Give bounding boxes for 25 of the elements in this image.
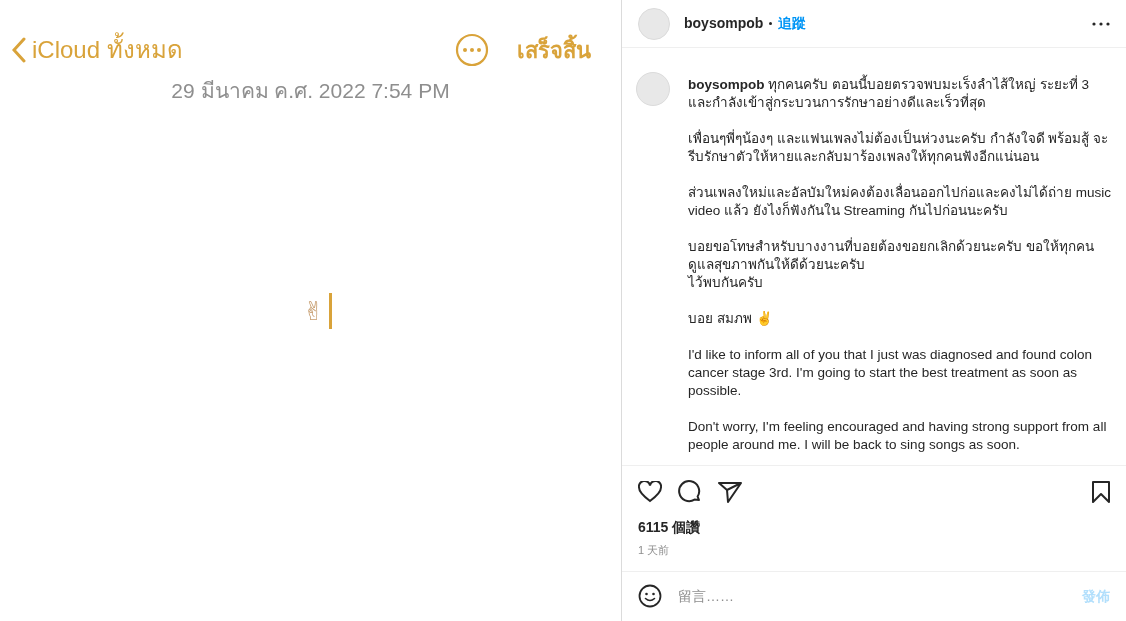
caption-paragraph: Don't worry, I'm feeling encouraged and having strong support from all people around me. I will be back to sing songs as soon. — [688, 418, 1108, 454]
post-time: 1 天前 — [637, 543, 671, 558]
caption-paragraph: เพื่อนๆพี่ๆน้องๆ และแฟนเพลงไม่ต้องเป็นห่วงนะครับ กำลังใจดี พร้อมสู้ จะรีบรักษาตัวให้หายและกลับมาร้องเพลงให้ทุกคนฟังอีกแน่นอน — [688, 130, 1109, 166]
caption-paragraph: ส่วนเพลงใหม่และอัลบัมใหม่คงต้องเลื่อนออกไปก่อและคงไม่ได้ถ่าย music video แล้ว ยังไงก็ฟังกันใน Streaming กันไปก่อนนะครับ — [688, 184, 1112, 220]
caption-paragraph: บอย สมภพ ✌ — [688, 310, 774, 328]
likes-count[interactable]: 6115 個讚 — [622, 517, 1126, 538]
back-link[interactable]: iCloud ทั้งหมด — [12, 32, 183, 68]
caption-paragraph: บอยขอโทษสำหรับบางงานที่บอยต้องขอยกเลิกด้วยนะครับ ขอให้ทุกคน ดูแลสุขภาพกันให้ดีด้วยนะครับ ไว้พบกันครับ — [688, 238, 1095, 292]
note-text: ✌ — [303, 294, 325, 328]
comment-icon[interactable] — [678, 480, 702, 504]
caption-paragraph: I'd like to inform all of you that I just was diagnosed and found colon cancer stage 3rd. I'm going to start the best treatment as soon as possible. — [688, 346, 1094, 400]
heart-icon[interactable] — [638, 481, 662, 503]
text-cursor — [328, 293, 332, 329]
caption-paragraph: boysompob ทุกคนครับ ตอนนี้บอยตรวจพบมะเร็งลำไส้ใหญ่ ระยะที่ 3 และกำลังเข้าสู่กระบวนการรักษาอย่างดีและเร็วที่สุด — [688, 76, 1112, 112]
comment-field[interactable]: 留言…… — [678, 585, 1082, 607]
username-link[interactable]: boysompob — [684, 13, 764, 34]
back-chevron-icon — [12, 37, 26, 63]
emoji-icon[interactable] — [638, 584, 662, 609]
bookmark-icon[interactable] — [1092, 481, 1110, 503]
follow-button[interactable]: 追蹤 — [778, 13, 807, 34]
send-icon[interactable] — [718, 481, 742, 503]
more-icon[interactable] — [1092, 21, 1110, 26]
dot-separator — [769, 22, 773, 25]
note-date: 29 มีนาคม ค.ศ. 2022 7:54 PM — [170, 78, 451, 104]
done-button[interactable]: เสร็จสิ้น — [517, 33, 591, 67]
